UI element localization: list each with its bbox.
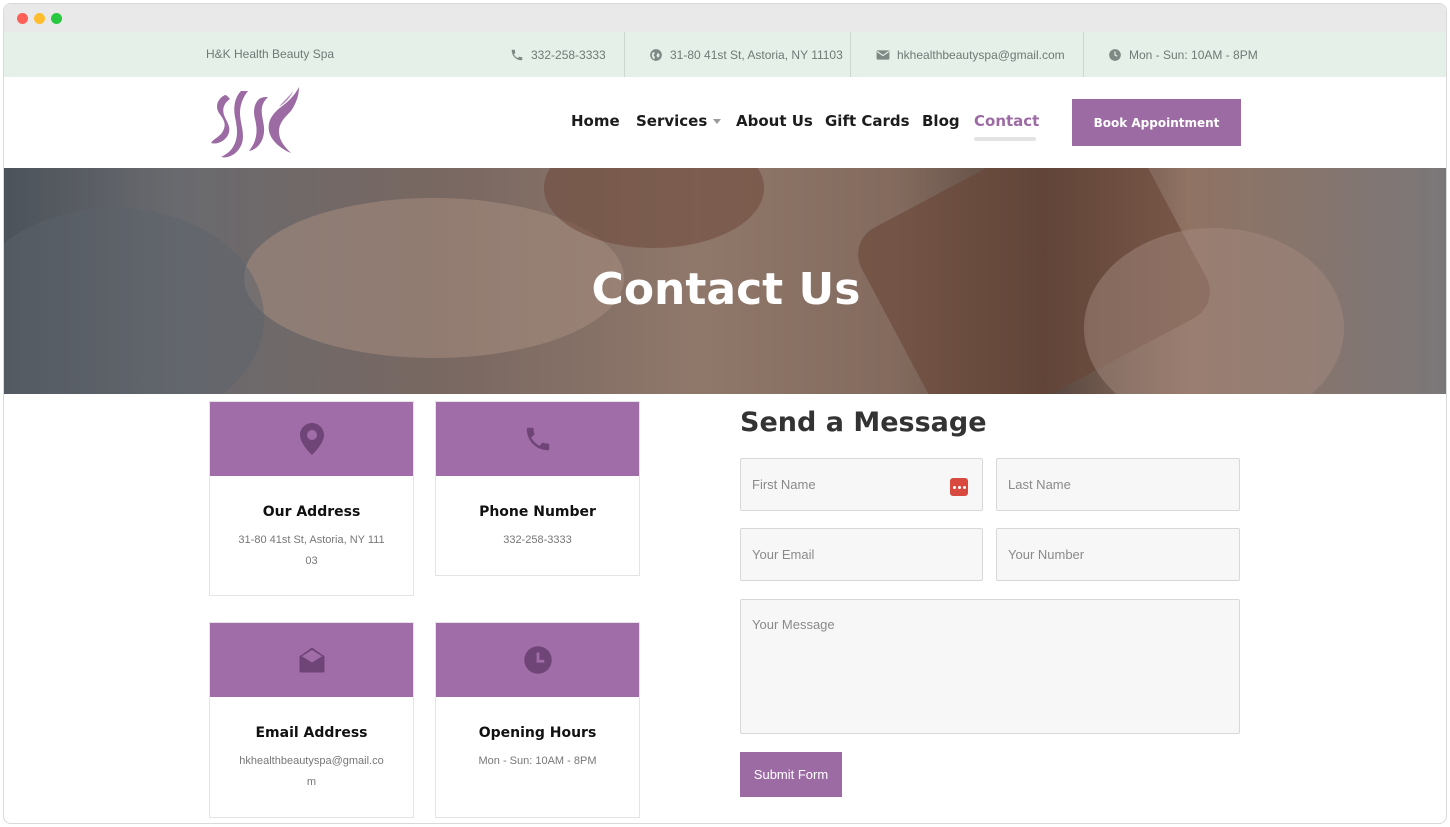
phone-icon bbox=[511, 49, 523, 60]
chevron-down-icon bbox=[713, 119, 722, 124]
clock-icon bbox=[523, 646, 552, 674]
topbar-phone-text: 332-258-3333 bbox=[531, 47, 606, 62]
window-titlebar bbox=[4, 4, 1446, 32]
form-title: Send a Message bbox=[740, 407, 987, 438]
page-title: Contact Us bbox=[591, 264, 861, 315]
topbar-email[interactable]: hkhealthbeautyspa@gmail.com bbox=[876, 32, 1065, 77]
card-header bbox=[436, 402, 639, 476]
active-nav-indicator bbox=[974, 137, 1036, 141]
clock-icon bbox=[1109, 48, 1121, 61]
topbar-divider bbox=[1083, 32, 1084, 77]
message-field[interactable] bbox=[740, 599, 1240, 734]
submit-form-button[interactable]: Submit Form bbox=[740, 752, 842, 797]
first-name-field[interactable] bbox=[740, 458, 983, 511]
topbar-email-text: hkhealthbeautyspa@gmail.com bbox=[897, 47, 1065, 62]
envelope-open-icon bbox=[299, 647, 324, 673]
top-info-bar: H&K Health Beauty Spa 332-258-3333 31-80… bbox=[4, 32, 1446, 77]
nav-item-services[interactable]: Services bbox=[636, 112, 722, 130]
location-pin-icon bbox=[299, 423, 324, 455]
last-name-field[interactable] bbox=[996, 458, 1240, 511]
minimize-window-button[interactable] bbox=[34, 13, 45, 24]
topbar-divider bbox=[850, 32, 851, 77]
card-header bbox=[210, 623, 413, 697]
address-card: Our Address 31-80 41st St, Astoria, NY 1… bbox=[209, 401, 414, 596]
card-text: 332-258-3333 bbox=[503, 534, 572, 546]
globe-icon bbox=[650, 48, 662, 61]
email-card: Email Address hkhealthbeautyspa@gmail.co… bbox=[209, 622, 414, 818]
card-text: 31-80 41st St, Astoria, NY 11103 bbox=[238, 534, 385, 567]
card-title: Opening Hours bbox=[478, 725, 597, 741]
topbar-hours-text: Mon - Sun: 10AM - 8PM bbox=[1129, 47, 1258, 62]
card-title: Email Address bbox=[255, 725, 368, 741]
site-header: Home Services About Us Gift Cards Blog C… bbox=[4, 77, 1446, 168]
phone-card: Phone Number 332-258-3333 bbox=[435, 401, 640, 576]
card-text: hkhealthbeautyspa@gmail.com bbox=[239, 755, 384, 788]
nav-item-about-us[interactable]: About Us bbox=[736, 112, 813, 130]
card-title: Our Address bbox=[262, 504, 361, 520]
nav-item-contact[interactable]: Contact bbox=[974, 112, 1039, 130]
topbar-hours: Mon - Sun: 10AM - 8PM bbox=[1108, 32, 1258, 77]
phone-number-field[interactable] bbox=[996, 528, 1240, 581]
envelope-icon bbox=[876, 49, 890, 60]
nav-item-home[interactable]: Home bbox=[571, 112, 620, 130]
topbar-brand: H&K Health Beauty Spa bbox=[206, 47, 335, 61]
maximize-window-button[interactable] bbox=[51, 13, 62, 24]
card-text: Mon - Sun: 10AM - 8PM bbox=[478, 755, 597, 767]
browser-window: H&K Health Beauty Spa 332-258-3333 31-80… bbox=[3, 3, 1447, 824]
topbar-address-text: 31-80 41st St, Astoria, NY 11103 bbox=[670, 47, 843, 62]
topbar-divider bbox=[624, 32, 625, 77]
email-field[interactable] bbox=[740, 528, 983, 581]
card-header bbox=[436, 623, 639, 697]
topbar-address[interactable]: 31-80 41st St, Astoria, NY 11103 bbox=[649, 32, 843, 77]
hk-logo[interactable] bbox=[207, 85, 303, 161]
book-appointment-button[interactable]: Book Appointment bbox=[1072, 99, 1241, 146]
hero-banner: Contact Us bbox=[4, 168, 1446, 394]
close-window-button[interactable] bbox=[17, 13, 28, 24]
nav-item-services-label: Services bbox=[636, 112, 708, 130]
phone-icon bbox=[526, 427, 549, 451]
card-header bbox=[210, 402, 413, 476]
password-manager-icon[interactable] bbox=[950, 478, 968, 496]
nav-item-gift-cards[interactable]: Gift Cards bbox=[825, 112, 910, 130]
nav-item-blog[interactable]: Blog bbox=[922, 112, 960, 130]
card-title: Phone Number bbox=[479, 504, 596, 520]
topbar-phone[interactable]: 332-258-3333 bbox=[510, 32, 606, 77]
hours-card: Opening Hours Mon - Sun: 10AM - 8PM bbox=[435, 622, 640, 818]
